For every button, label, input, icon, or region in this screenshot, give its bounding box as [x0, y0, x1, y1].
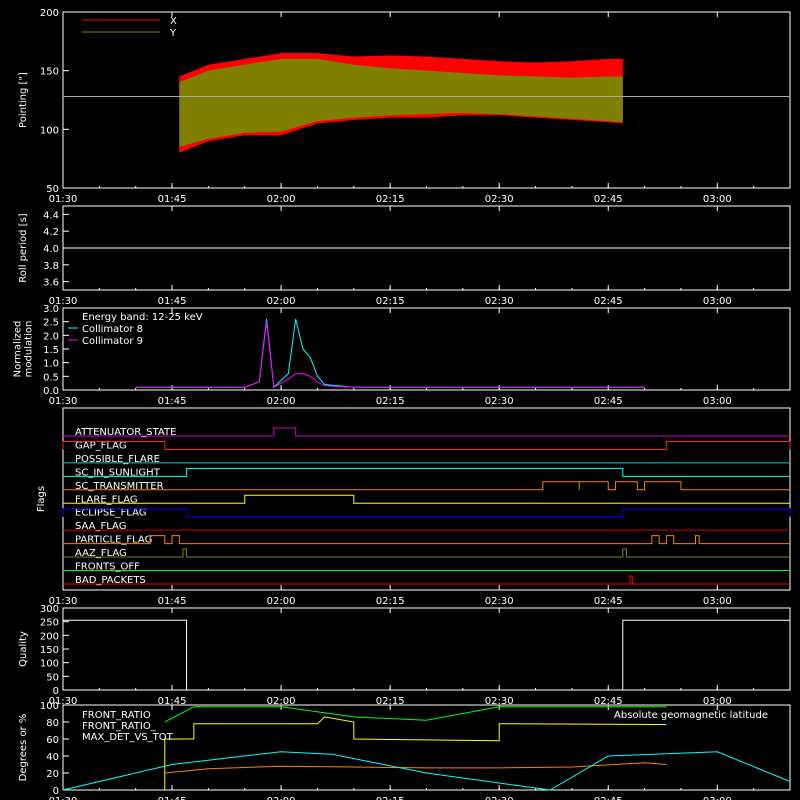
modulation-y-tick-label: 1.0	[43, 359, 59, 370]
front-ratio-y-tick-label: 100	[40, 701, 59, 712]
modulation-x-tick-label: 02:45	[594, 396, 623, 407]
quality-y-tick-label: 150	[40, 645, 59, 656]
modulation-y-label: modulation	[24, 321, 35, 378]
modulation-y-label: Normalized	[13, 321, 24, 378]
pointing-x-tick-label: 01:30	[49, 194, 78, 205]
modulation-legend-label: Collimator 8	[82, 324, 143, 335]
front-ratio-y-tick-label: 40	[46, 752, 59, 763]
modulation-y-tick-label: 2.0	[43, 331, 59, 342]
front-ratio-y-tick-label: 80	[46, 718, 59, 729]
modulation-line-Collimator 9	[135, 321, 645, 389]
flag-trace	[62, 440, 791, 450]
pointing-legend-label: Y	[169, 28, 177, 39]
roll-x-tick-label: 02:00	[267, 296, 296, 307]
roll-y-label: Roll period [s]	[18, 213, 29, 282]
front-ratio-y-tick-label: 0	[53, 786, 59, 797]
pointing-legend-label: X	[170, 16, 177, 27]
modulation-x-tick-label: 01:45	[158, 396, 187, 407]
modulation-y-tick-label: 0.0	[43, 386, 59, 397]
roll-x-tick-label: 02:45	[594, 296, 623, 307]
quality-y-tick-label: 0	[53, 686, 59, 697]
front-ratio-line-max-det-vs-tot	[164, 762, 667, 774]
flag-trace	[63, 575, 790, 585]
front-ratio-x-tick-label: 02:00	[267, 796, 296, 800]
front-ratio-y-label: Degrees or %	[18, 714, 29, 782]
front-ratio-y-tick-label: 20	[46, 769, 59, 780]
modulation-y-tick-label: 0.5	[43, 372, 59, 383]
flags-x-tick-label: 02:00	[267, 596, 296, 607]
front-ratio-x-tick-label: 02:15	[376, 796, 405, 800]
modulation-x-tick-label: 03:00	[703, 396, 732, 407]
flags-x-tick-label: 02:15	[376, 596, 405, 607]
modulation-y-tick-label: 2.5	[43, 318, 59, 329]
roll-y-tick-label: 3.6	[43, 278, 59, 289]
front-ratio-legend-label: MAX_DET_VS_TOT	[82, 732, 174, 743]
front-ratio-annotation: Absolute geomagnetic latitude	[614, 710, 768, 721]
flags-y-label: Flags	[36, 486, 47, 512]
pointing-x-tick-label: 02:30	[485, 194, 514, 205]
front-ratio-line-absolute-geomagnetic-latitude	[62, 751, 791, 791]
modulation-y-tick-label: 3.0	[43, 304, 59, 315]
front-ratio-x-tick-label: 01:45	[158, 796, 187, 800]
front-ratio-line-front-ratio-	[164, 706, 667, 723]
pointing-y-tick-label: 100	[40, 125, 59, 136]
pointing-x-tick-label: 02:00	[267, 194, 296, 205]
quality-y-tick-label: 200	[40, 631, 59, 642]
flag-trace	[63, 494, 790, 504]
pointing-x-tick-label: 03:00	[703, 194, 732, 205]
roll-x-tick-label: 01:45	[158, 296, 187, 307]
flags-x-tick-label: 01:45	[158, 596, 187, 607]
front-ratio-y-tick-label: 60	[46, 735, 59, 746]
quality-y-tick-label: 100	[40, 659, 59, 670]
modulation-x-tick-label: 02:00	[267, 396, 296, 407]
pointing-y-label: Pointing ["]	[18, 72, 29, 128]
flag-trace	[63, 548, 790, 558]
flag-trace	[63, 467, 790, 477]
chart-figure: 01:30 01:45 02:00 02:15 02:30 02:45 03:00 Point…	[13, 8, 791, 800]
front-ratio-legend-label: FRONT_RATIO	[82, 710, 151, 721]
flag-trace	[63, 535, 790, 545]
modulation-x-tick-label: 02:30	[485, 396, 514, 407]
pointing-y-tick-label: 200	[40, 8, 59, 19]
front-ratio-legend-label: FRONT_RATIO_	[82, 721, 157, 732]
pointing-x-tick-label: 01:45	[158, 194, 187, 205]
flags-x-tick-label: 02:45	[594, 596, 623, 607]
pointing-y-tick-label: 50	[46, 184, 59, 195]
flag-label: ECLIPSE_FLAG	[75, 508, 146, 519]
front-ratio-x-tick-label: 02:30	[485, 796, 514, 800]
flag-trace	[62, 508, 791, 518]
quality-line	[63, 619, 790, 691]
modulation-legend-label: Collimator 9	[82, 336, 143, 347]
roll-x-tick-label: 03:00	[703, 296, 732, 307]
modulation-x-tick-label: 02:15	[376, 396, 405, 407]
roll-y-tick-label: 4.0	[43, 244, 59, 255]
pointing-y-tick-label: 150	[40, 67, 59, 78]
roll-y-tick-label: 3.8	[43, 261, 59, 272]
flags-x-tick-label: 02:30	[485, 596, 514, 607]
roll-x-tick-label: 02:30	[485, 296, 514, 307]
front-ratio-line-front-ratio	[164, 716, 667, 790]
modulation-line-Collimator 8	[135, 318, 645, 389]
front-ratio-x-tick-label: 03:00	[703, 796, 732, 800]
roll-y-tick-label: 4.2	[43, 227, 59, 238]
pointing-x-tick-label: 02:45	[594, 194, 623, 205]
front-ratio-x-tick-label: 02:45	[594, 796, 623, 800]
modulation-annotation: Energy band: 12-25 keV	[82, 312, 203, 323]
roll-y-tick-label: 4.4	[43, 210, 59, 221]
roll-x-tick-label: 02:15	[376, 296, 405, 307]
quality-y-label: Quality	[18, 631, 29, 667]
flag-trace	[63, 481, 790, 491]
modulation-y-tick-label: 1.5	[43, 345, 59, 356]
flag-label: GAP_FLAG	[75, 440, 127, 451]
quality-y-tick-label: 250	[40, 618, 59, 629]
modulation-x-tick-label: 01:30	[49, 396, 78, 407]
pointing-x-tick-label: 02:15	[376, 194, 405, 205]
flags-x-tick-label: 03:00	[703, 596, 732, 607]
quality-y-tick-label: 50	[46, 672, 59, 683]
quality-y-tick-label: 300	[40, 604, 59, 615]
